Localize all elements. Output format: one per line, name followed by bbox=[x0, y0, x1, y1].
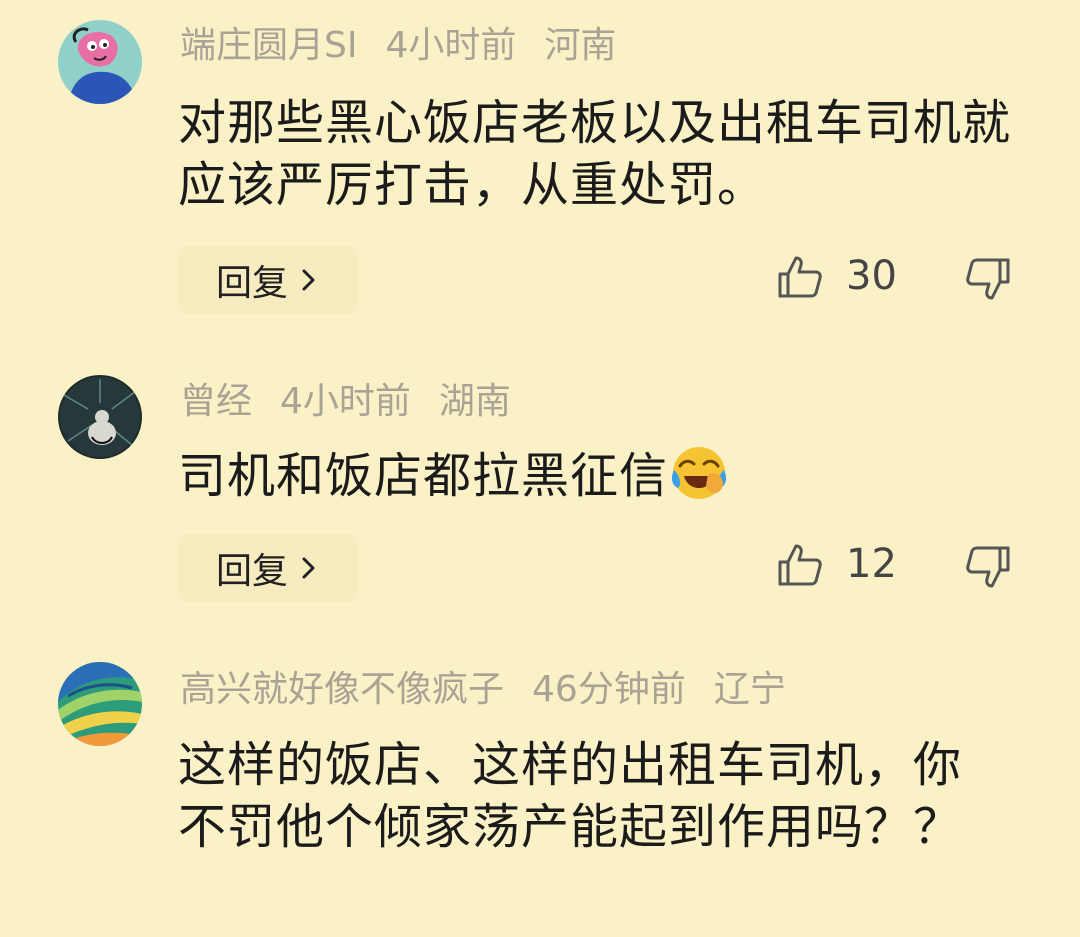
username[interactable]: 曾经 bbox=[180, 381, 252, 422]
comment-feed: 端庄圆月SI 4小时前 河南 对那些黑心饭店老板以及出租车司机就应该严厉打击，从重处… bbox=[0, 0, 1080, 937]
comment-text: 对那些黑心饭店老板以及出租车司机就应该严厉打击，从重处罚。 bbox=[178, 95, 1012, 213]
thumbs-up-icon bbox=[778, 256, 822, 298]
comment-text-body: 司机和饭店都拉黑征信 bbox=[178, 448, 669, 504]
like-button[interactable]: 30 bbox=[776, 252, 897, 300]
comment-meta: 高兴就好像不像疯子 46分钟前 辽宁 bbox=[180, 668, 786, 712]
dislike-button[interactable] bbox=[964, 256, 1012, 304]
comment-text: 司机和饭店都拉黑征信 bbox=[178, 444, 1038, 507]
reply-label: 回复 bbox=[216, 551, 289, 592]
dislike-button[interactable] bbox=[964, 544, 1012, 592]
timestamp: 4小时前 bbox=[385, 25, 517, 66]
chevron-right-icon bbox=[302, 269, 315, 291]
comment-meta: 曾经 4小时前 湖南 bbox=[180, 380, 511, 424]
chevron-right-icon bbox=[302, 557, 315, 579]
thumbs-down-icon bbox=[966, 546, 1010, 588]
like-count: 12 bbox=[846, 541, 897, 587]
comment-text: 这样的饭店、这样的出租车司机，你不罚他个倾家荡产能起到作用吗？？ bbox=[178, 737, 963, 855]
laughing-crying-emoji bbox=[671, 447, 727, 499]
avatar[interactable] bbox=[58, 375, 142, 459]
username[interactable]: 端庄圆月SI bbox=[180, 25, 357, 66]
like-button[interactable]: 12 bbox=[776, 540, 897, 588]
location: 湖南 bbox=[438, 381, 511, 422]
reply-button[interactable]: 回复 bbox=[178, 246, 358, 314]
reply-button[interactable]: 回复 bbox=[178, 534, 358, 602]
location: 河南 bbox=[544, 25, 617, 66]
avatar[interactable] bbox=[58, 20, 142, 104]
thumbs-up-icon bbox=[778, 544, 822, 586]
avatar[interactable] bbox=[58, 662, 142, 746]
reply-label: 回复 bbox=[216, 263, 289, 304]
username[interactable]: 高兴就好像不像疯子 bbox=[180, 669, 504, 710]
location: 辽宁 bbox=[713, 669, 786, 710]
comment-meta: 端庄圆月SI 4小时前 河南 bbox=[180, 24, 616, 68]
timestamp: 4小时前 bbox=[280, 381, 411, 422]
timestamp: 46分钟前 bbox=[532, 669, 686, 710]
like-count: 30 bbox=[846, 253, 897, 299]
thumbs-down-icon bbox=[966, 258, 1010, 300]
